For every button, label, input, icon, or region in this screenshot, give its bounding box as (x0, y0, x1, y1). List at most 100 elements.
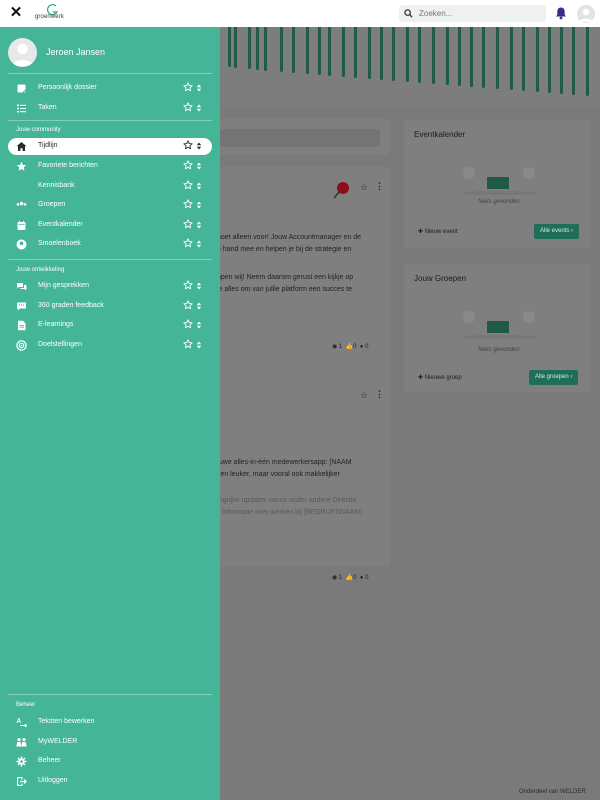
logout-icon (17, 777, 27, 786)
banner-image (220, 27, 600, 106)
favorite-star-icon[interactable] (183, 238, 193, 248)
sidebar-item-groepen[interactable]: Groepen (8, 197, 212, 214)
reorder-icon[interactable] (196, 281, 202, 291)
banner-stripe (368, 27, 371, 79)
sidebar-item-eventkalender[interactable]: Eventkalender (8, 217, 212, 234)
sidebar-item-mijn-gesprekken[interactable]: Mijn gesprekken (8, 278, 212, 295)
banner-stripe (280, 27, 283, 72)
banner-stripe (522, 27, 525, 91)
search-box[interactable] (399, 5, 546, 22)
sidebar-item-label: Teksten bewerken (38, 718, 95, 725)
sidebar-item-e-learnings[interactable]: E-learnings (8, 317, 212, 334)
favorite-star-icon[interactable] (183, 160, 193, 170)
sidebar-item-uitloggen[interactable]: Uitloggen (8, 773, 212, 790)
user-icon (12, 43, 33, 66)
post-composer[interactable] (220, 119, 390, 155)
sidebar-item-label: Tijdlijn (38, 142, 58, 149)
sidebar-item-360-graden-feedback[interactable]: 360 graden feedback (8, 298, 212, 315)
avatar[interactable] (8, 38, 37, 67)
favorite-star-icon[interactable] (183, 300, 193, 310)
banner-stripe (328, 27, 331, 76)
like-icon[interactable]: 👍 (346, 344, 353, 350)
banner-stripe (264, 27, 267, 71)
favorite-star-icon[interactable] (183, 319, 193, 329)
banner-stripe (586, 27, 589, 96)
all-events-button[interactable]: Alle events › (534, 224, 580, 239)
sidebar-item-mywelder[interactable]: MyWELDER (8, 734, 212, 751)
reorder-icon[interactable] (196, 320, 202, 330)
section-label-development: Jouw ontwikkeling (16, 267, 65, 273)
sidebar-item-doelstellingen[interactable]: Doelstellingen (8, 337, 212, 354)
banner-stripe (380, 27, 383, 80)
like-icon[interactable]: 👍 (346, 575, 353, 581)
logo-text: groenwerk (35, 14, 64, 20)
sidebar-item-kennisbank[interactable]: Kennisbank (8, 178, 212, 195)
sidebar-item-tijdlijn[interactable]: Tijdlijn (8, 138, 212, 155)
banner-stripe (392, 27, 395, 81)
logo[interactable]: groenwerk (33, 4, 73, 24)
reorder-icon[interactable] (196, 103, 202, 113)
book-icon (16, 181, 27, 192)
favorite-star-icon[interactable] (183, 140, 193, 150)
user-circle-icon (16, 239, 27, 250)
post-text-2: leen leuker, maar vooral ook makkelijker (215, 471, 340, 478)
reorder-icon[interactable] (196, 141, 202, 151)
post-text-4: je alles om van jullie platform een succ… (217, 286, 353, 293)
reorder-icon[interactable] (196, 161, 202, 171)
reorder-icon[interactable] (196, 83, 202, 93)
reorder-icon[interactable] (196, 181, 202, 191)
avatar[interactable] (577, 5, 595, 23)
reorder-icon[interactable] (196, 239, 202, 249)
sidebar-item-taken[interactable]: Taken (8, 100, 212, 117)
comment-icon[interactable]: ● (360, 344, 364, 350)
feedback-icon (17, 302, 26, 311)
card-title: Jouw Groepen (414, 274, 467, 283)
banner-stripe (458, 27, 461, 86)
banner-stripe (342, 27, 345, 77)
close-icon[interactable]: ✕ (9, 5, 23, 20)
bell-icon[interactable] (554, 6, 568, 20)
favorite-star-icon[interactable] (183, 280, 193, 290)
banner-stripe (432, 27, 435, 84)
sidebar-item-label: Taken (38, 104, 57, 111)
search-input[interactable] (419, 6, 539, 20)
reorder-icon[interactable] (196, 200, 202, 210)
favorite-star-icon[interactable] (183, 102, 193, 112)
post-card: ☆ ⋮ euwe alles-in-één medewerkersapp: [N… (215, 377, 390, 581)
sidebar-item-beheer[interactable]: Beheer (8, 753, 212, 770)
empty-illustration-icon (461, 311, 537, 339)
favorite-star-icon[interactable] (183, 219, 193, 229)
more-icon[interactable]: ⋮ (375, 389, 384, 400)
post-stats: ◉ 1 👍0 ● 0 (332, 344, 369, 350)
user-name: Jeroen Jansen (46, 47, 106, 57)
divider (8, 120, 212, 121)
favorite-star-icon[interactable] (183, 339, 193, 349)
new-event-link[interactable]: ✚ Nieuw event (418, 228, 458, 235)
reorder-icon[interactable] (196, 220, 202, 230)
sidebar-item-smoelenboek[interactable]: Smoelenboek (8, 236, 212, 253)
post-text-3: angrijke updates vanuit onder andere Dir… (215, 497, 359, 504)
reorder-icon[interactable] (196, 301, 202, 311)
post-text-2: e hand mee en helpen je bij de strategie… (217, 246, 352, 253)
sidebar-item-teksten-bewerken[interactable]: Teksten bewerken (8, 714, 212, 731)
gear-icon (16, 756, 27, 767)
sidebar-item-persoonlijk-dossier[interactable]: Persoonlijk dossier (8, 80, 212, 97)
new-group-link[interactable]: ✚ Nieuwe groep (418, 374, 462, 381)
user-profile[interactable]: Jeroen Jansen (8, 38, 220, 68)
document-icon (18, 320, 26, 331)
more-icon[interactable]: ⋮ (375, 181, 384, 192)
comment-icon[interactable]: ● (360, 575, 364, 581)
sidebar-item-favoriete-berichten[interactable]: Favoriete berichten (8, 158, 212, 175)
favorite-star-icon[interactable] (183, 180, 193, 190)
favorite-star-icon[interactable]: ☆ (360, 390, 368, 401)
favorite-star-icon[interactable] (183, 82, 193, 92)
favorite-star-icon[interactable] (183, 199, 193, 209)
section-label-admin: Beheer (16, 702, 36, 708)
post-text-1: hoet alleen voor! Jouw Accountmanager en… (217, 234, 361, 241)
favorite-star-icon[interactable]: ☆ (360, 182, 368, 193)
people-icon (16, 738, 27, 747)
pin-icon (333, 182, 349, 199)
all-groups-button[interactable]: Alle groepen › (529, 370, 579, 385)
groups-card: Jouw Groepen Niets gevonden ✚ Nieuwe gro… (404, 264, 591, 392)
reorder-icon[interactable] (196, 340, 202, 350)
